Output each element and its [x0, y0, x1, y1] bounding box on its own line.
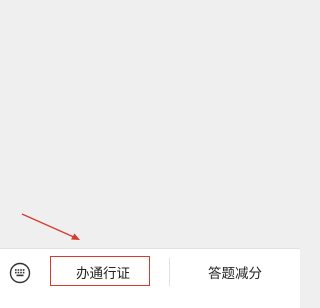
bottom-menu-bar: 办通行证 答题减分 — [0, 248, 300, 308]
chat-content-area — [0, 0, 300, 248]
menu-item-pass[interactable]: 办通行证 — [46, 249, 160, 295]
keyboard-toggle-button[interactable] — [6, 259, 34, 287]
menu-item-quiz[interactable]: 答题减分 — [170, 249, 300, 295]
keyboard-icon — [9, 262, 31, 284]
menu-item-label: 办通行证 — [76, 266, 130, 282]
menu-item-label: 答题减分 — [208, 266, 262, 282]
